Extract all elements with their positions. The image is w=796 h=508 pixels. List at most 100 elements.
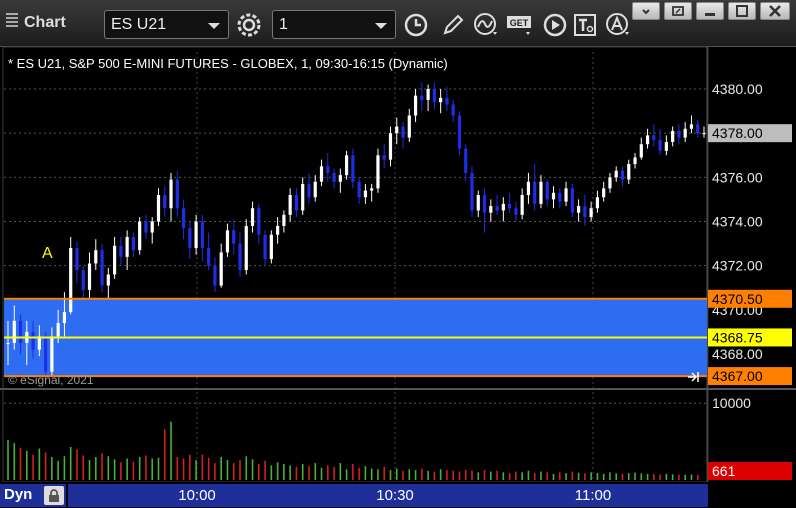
time-label: 11:00 [574,487,612,504]
svg-text:4367.00: 4367.00 [712,368,763,384]
price-tick-label: 4368.00 [712,346,763,362]
candle [489,199,493,222]
candle [533,164,537,211]
candle [652,124,656,147]
candle [689,115,694,134]
annotation-label[interactable]: A [42,245,53,262]
candle [620,166,625,187]
time-axis[interactable]: 10:00 10:30 11:00 [68,484,708,507]
candle [595,190,600,213]
volume-tick-label: 10000 [712,395,751,411]
candle [376,148,380,193]
candle [683,122,687,142]
candle [439,89,443,114]
candle [514,201,518,222]
candle [144,214,148,240]
candle [100,243,104,293]
last-price-tag: 4378.00 [708,124,792,143]
candle [395,117,399,145]
candle [219,243,223,288]
price-tick-label: 4376.00 [712,169,763,185]
candle [75,241,79,284]
candle [451,100,455,123]
candle [156,188,161,226]
candle [482,188,487,233]
candle [131,232,136,257]
time-label: 10:30 [376,487,414,504]
candle [558,188,562,209]
candle [125,230,129,271]
volume-series: 10000 661 [4,395,792,480]
lock-icon[interactable] [44,486,64,505]
price-grid [0,46,796,483]
candle [576,199,581,222]
candle [608,172,612,193]
price-labels: 4378.00 4370.50 4368.75 4367.00 [708,124,792,386]
candle [338,168,342,193]
last-volume-tag: 661 [708,462,792,480]
candle [508,192,512,213]
candle [200,214,204,262]
candle [169,172,173,222]
candle [313,175,317,202]
candle [614,166,618,182]
candle [520,188,524,220]
candle [69,236,73,315]
candle [276,217,280,244]
candle [539,175,543,209]
candle [213,256,217,293]
dynamic-mode-label: Dyn [4,486,33,503]
candle [589,201,593,222]
candle [282,210,286,233]
candle [188,221,192,260]
chart-window: Chart ES U21 1 GET 4380.00 4376.00 4374.… [0,0,796,508]
candle [545,179,549,207]
svg-text:4368.75: 4368.75 [712,329,763,345]
svg-text:4378.00: 4378.00 [712,125,763,141]
candle [225,223,230,257]
candle [570,183,574,218]
candle [87,252,92,299]
candle [702,126,706,138]
candle [645,128,650,149]
candle [163,186,167,218]
candle [269,230,273,264]
candle [696,119,700,138]
candle [551,186,556,209]
candle [81,265,85,299]
candle [351,148,355,189]
candle [677,124,681,145]
candle [238,232,242,277]
candle [363,183,368,204]
candle [382,144,386,169]
esignal-watermark: © eSignal, 2021 [8,373,94,387]
candle [495,195,499,215]
candle [633,153,637,169]
candle [401,122,405,149]
candle [432,82,436,109]
candle [501,197,505,222]
candle [150,217,154,244]
candle [639,137,643,160]
candle [326,153,330,182]
dynamic-mode-toggle[interactable]: Dyn [0,484,66,507]
candle [175,170,179,218]
candle [112,236,117,279]
candle [263,230,267,266]
candle [564,181,568,207]
candle [476,190,480,218]
price-axis[interactable]: 4380.00 4378.00 4376.00 4374.00 4372.00 4370.… [712,81,763,362]
candle [627,159,631,184]
candle [357,177,361,204]
candle [370,183,374,202]
candle [106,267,110,299]
price-tick-label: 4372.00 [712,258,763,274]
candle [464,144,468,182]
chart-header: * ES U21, S&P 500 E-MINI FUTURES - GLOBE… [8,56,448,71]
upper-level-tag: 4370.50 [708,289,792,308]
candle [671,126,675,147]
price-chart[interactable]: 4380.00 4378.00 4376.00 4374.00 4372.00 4370.… [0,0,796,508]
candle [445,86,449,112]
candle [288,188,292,222]
candle [207,232,211,271]
